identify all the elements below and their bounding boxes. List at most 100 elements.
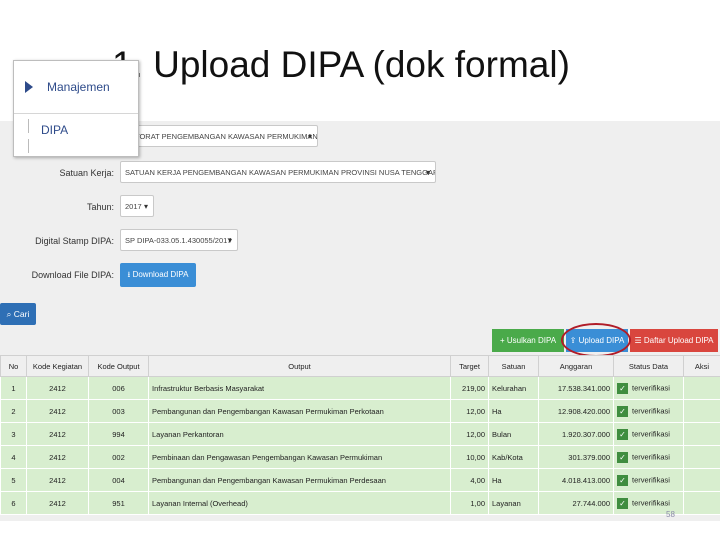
cell-aksi[interactable]: [683, 491, 720, 515]
cell-aksi[interactable]: [683, 376, 720, 400]
tahun-label: Tahun:: [86, 202, 114, 212]
cell-status: ✓ terverifikasi: [613, 422, 684, 446]
table-row[interactable]: 3 2412 994 Layanan Perkantoran 12,00 Bul…: [0, 422, 720, 446]
daftar-upload-dipa-button-label: Daftar Upload DIPA: [643, 336, 714, 345]
cell-target: 4,00: [450, 468, 489, 492]
cell-target: 10,00: [450, 445, 489, 469]
cell-status: ✓ terverifikasi: [613, 376, 684, 400]
table-row[interactable]: 4 2412 002 Pembinaan dan Pengawasan Peng…: [0, 445, 720, 469]
list-icon: ☰: [634, 336, 644, 345]
cell-output: Pembinaan dan Pengawasan Pengembangan Ka…: [148, 445, 451, 469]
cell-satuan: Kab/Kota: [488, 445, 539, 469]
cell-target: 219,00: [450, 376, 489, 400]
tahun-value: 2017: [125, 202, 142, 211]
cell-anggaran: 17.538.341.000: [538, 376, 614, 400]
cell-kode-kegiatan: 2412: [26, 399, 89, 423]
cell-no: 1: [0, 376, 27, 400]
tahun-select[interactable]: 2017 ▾: [120, 195, 154, 217]
cell-aksi[interactable]: [683, 399, 720, 423]
tree-line: [28, 139, 29, 153]
highlight-circle: [561, 323, 631, 357]
cell-target: 1,00: [450, 491, 489, 515]
column-header-aksi[interactable]: Aksi: [683, 355, 720, 377]
cell-kode-output: 004: [88, 468, 149, 492]
cell-no: 3: [0, 422, 27, 446]
unit-select[interactable]: EKTORAT PENGEMBANGAN KAWASAN PERMUKIMAN …: [120, 125, 318, 147]
table-row[interactable]: 1 2412 006 Infrastruktur Berbasis Masyar…: [0, 376, 720, 400]
digital-stamp-row: Digital Stamp DIPA:: [0, 229, 114, 253]
cell-kode-kegiatan: 2412: [26, 468, 89, 492]
menu-item-manajemen[interactable]: Manajemen: [14, 61, 138, 114]
cell-satuan: Kelurahan: [488, 376, 539, 400]
download-dipa-button-label: Download DIPA: [132, 270, 189, 279]
cell-aksi[interactable]: [683, 445, 720, 469]
slide-title: 1. Upload DIPA (dok formal): [112, 44, 570, 85]
cell-output: Layanan Internal (Overhead): [148, 491, 451, 515]
cell-no: 5: [0, 468, 27, 492]
status-text: terverifikasi: [632, 382, 670, 392]
status-text: terverifikasi: [632, 497, 670, 507]
table-header-row: No Kode Kegiatan Kode Output Output Targ…: [0, 355, 720, 377]
column-header-status-data[interactable]: Status Data: [613, 355, 684, 377]
column-header-no[interactable]: No: [0, 355, 27, 377]
status-text: terverifikasi: [632, 405, 670, 415]
table-row[interactable]: 2 2412 003 Pembangunan dan Pengembangan …: [0, 399, 720, 423]
tree-line: [28, 119, 29, 133]
download-dipa-button[interactable]: ⭳ Download DIPA: [120, 263, 196, 287]
cari-button[interactable]: ⌕ Cari: [0, 303, 36, 325]
status-text: terverifikasi: [632, 428, 670, 438]
chevron-down-icon: ▾: [307, 132, 312, 141]
cari-button-label: Cari: [13, 309, 30, 319]
table-row[interactable]: 5 2412 004 Pembangunan dan Pengembangan …: [0, 468, 720, 492]
menu-item-dipa[interactable]: DIPA: [41, 123, 68, 137]
table-row[interactable]: 6 2412 951 Layanan Internal (Overhead) 1…: [0, 491, 720, 515]
check-icon: ✓: [617, 474, 628, 486]
cell-aksi[interactable]: [683, 468, 720, 492]
daftar-upload-dipa-button[interactable]: ☰ Daftar Upload DIPA: [630, 329, 718, 352]
status-text: terverifikasi: [632, 451, 670, 461]
cell-output: Pembangunan dan Pengembangan Kawasan Per…: [148, 468, 451, 492]
download-row: Download File DIPA:: [0, 263, 114, 287]
cell-no: 6: [0, 491, 27, 515]
cell-satuan: Ha: [488, 399, 539, 423]
satuan-kerja-select[interactable]: SATUAN KERJA PENGEMBANGAN KAWASAN PERMUK…: [120, 161, 436, 183]
digital-stamp-select[interactable]: SP DIPA-033.05.1.430055/2017 ▾: [120, 229, 238, 251]
tahun-row: Tahun:: [0, 195, 114, 219]
digital-stamp-value: SP DIPA-033.05.1.430055/2017: [125, 236, 232, 245]
cell-satuan: Ha: [488, 468, 539, 492]
column-header-target[interactable]: Target: [450, 355, 489, 377]
cell-kode-kegiatan: 2412: [26, 445, 89, 469]
cell-no: 4: [0, 445, 27, 469]
nav-menu: Manajemen DIPA: [13, 60, 139, 157]
cell-anggaran: 301.379.000: [538, 445, 614, 469]
cell-target: 12,00: [450, 422, 489, 446]
check-icon: ✓: [617, 451, 628, 463]
chevron-down-icon: ▾: [143, 202, 148, 211]
cell-kode-kegiatan: 2412: [26, 491, 89, 515]
status-text: terverifikasi: [632, 474, 670, 484]
page-number: 58: [666, 510, 675, 519]
column-header-kode-kegiatan[interactable]: Kode Kegiatan: [26, 355, 89, 377]
check-icon: ✓: [617, 405, 628, 417]
cell-no: 2: [0, 399, 27, 423]
column-header-kode-output[interactable]: Kode Output: [88, 355, 149, 377]
menu-item-manajemen-label: Manajemen: [47, 80, 110, 94]
cell-kode-kegiatan: 2412: [26, 376, 89, 400]
usulkan-dipa-button[interactable]: + Usulkan DIPA: [492, 329, 564, 352]
check-icon: ✓: [617, 382, 628, 394]
cell-kode-output: 994: [88, 422, 149, 446]
column-header-output[interactable]: Output: [148, 355, 451, 377]
search-icon: ⌕: [6, 309, 14, 319]
cell-output: Layanan Perkantoran: [148, 422, 451, 446]
cell-output: Pembangunan dan Pengembangan Kawasan Per…: [148, 399, 451, 423]
satuan-kerja-value: SATUAN KERJA PENGEMBANGAN KAWASAN PERMUK…: [125, 168, 436, 177]
chevron-down-icon: ▾: [227, 236, 232, 245]
column-header-anggaran[interactable]: Anggaran: [538, 355, 614, 377]
cell-aksi[interactable]: [683, 422, 720, 446]
cell-anggaran: 12.908.420.000: [538, 399, 614, 423]
cell-anggaran: 27.744.000: [538, 491, 614, 515]
column-header-satuan[interactable]: Satuan: [488, 355, 539, 377]
download-label: Download File DIPA:: [31, 270, 114, 280]
plus-icon: +: [499, 336, 507, 345]
cell-status: ✓ terverifikasi: [613, 445, 684, 469]
